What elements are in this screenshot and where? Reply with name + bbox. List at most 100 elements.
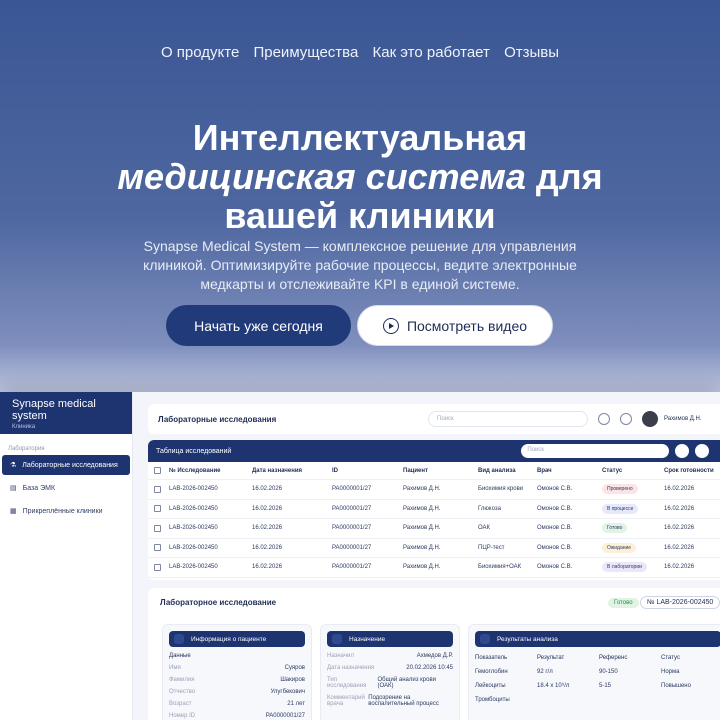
field-value: Общий анализ крови (ОАК) (377, 677, 436, 689)
start-today-button[interactable]: Начать уже сегодня (166, 305, 351, 346)
result-cell: Лейкоциты (475, 683, 506, 689)
table-cell: PA0000001/27 (332, 505, 372, 512)
app-screenshot: Synapse medical system Клиника Лаборатор… (0, 392, 720, 720)
result-cell (537, 697, 599, 703)
table-cell: Омонов С.В. (537, 564, 573, 571)
nav-advantages[interactable]: Преимущества (253, 44, 358, 61)
field-value: Улугбекович (270, 689, 306, 695)
table-cell: Глюкоза (478, 505, 501, 512)
nav-reviews[interactable]: Отзывы (504, 44, 559, 61)
table-cell: Омонов С.В. (537, 525, 573, 532)
table-row[interactable]: LAB-2026-002450 16.02.2026 PA0000001/27 Рах… (148, 539, 720, 558)
table-cell: Рахимов Д.Н. (403, 505, 441, 512)
table-header-row: № Исследование Дата назначения ID Пациен… (148, 462, 720, 480)
result-cell: 18.4 x 10⁹/л (537, 683, 570, 689)
table-cell: 16.02.2026 (664, 525, 695, 532)
table-row[interactable]: LAB-2026-002450 16.02.2026 PA0000001/27 Рах… (148, 500, 720, 519)
table-cell: В процессе (602, 503, 664, 514)
field-label: Фамилия (169, 677, 195, 683)
result-cell: Повышено (661, 683, 691, 689)
field-value: Суяров (284, 665, 305, 671)
table-cell: 16.02.2026 (252, 486, 283, 493)
field-label: Дата назначения (327, 665, 375, 671)
table-row[interactable]: LAB-2026-002450 16.02.2026 PA0000001/27 Рах… (148, 480, 720, 500)
table-cell: Рахимов Д.Н. (403, 486, 441, 493)
top-nav: О продукте Преимущества Как это работает… (0, 44, 720, 61)
sidebar-item-emr[interactable]: ▤ База ЭМК (2, 478, 130, 498)
table-cell: LAB-2026-002450 (169, 505, 218, 512)
hero-title: Интеллектуальная медицинская система для… (117, 117, 603, 236)
field-value: 21 лет (287, 701, 305, 707)
table-cell: Биохимия+ОАК (478, 564, 522, 571)
sidebar-item-clinics[interactable]: ▦ Прикреплённые клиники (2, 501, 130, 521)
row-checkbox[interactable] (154, 544, 161, 552)
status-badge: Проверено (602, 484, 638, 495)
status-badge: Ожидание (602, 542, 637, 553)
study-number: № LAB-2026-002450 (640, 596, 720, 609)
gear-icon[interactable] (620, 413, 632, 425)
page-title: Лабораторные исследования (158, 414, 277, 424)
field-row: Тип исследования Общий анализ крови (ОАК) (327, 677, 453, 689)
table-cell: 16.02.2026 (664, 544, 695, 551)
field-value: Ахмедов Д.Р. (416, 653, 453, 659)
table-cell: LAB-2026-002450 (169, 525, 218, 532)
field-row: Возраст 21 лет (169, 701, 305, 707)
field-value: Подозрение на воспалительный процесс (368, 695, 439, 707)
watch-video-button[interactable]: Посмотреть видео (357, 305, 553, 346)
studies-table: Таблица исследований Поиск № Исследовани… (148, 440, 720, 580)
status-badge: В процессе (602, 503, 639, 514)
result-row: Тромбоциты (475, 697, 720, 703)
row-checkbox[interactable] (154, 524, 161, 532)
row-checkbox[interactable] (154, 485, 161, 493)
field-row: Фамилия Шакиров (169, 677, 305, 683)
table-cell: 16.02.2026 (252, 505, 283, 512)
lab-detail: Лабораторное исследование Готово № LAB-2… (148, 588, 720, 720)
sidebar-item-lab[interactable]: ⚗ Лабораторные исследования (2, 455, 130, 475)
table-cell: 16.02.2026 (252, 544, 283, 551)
table-cell: PA0000001/27 (332, 564, 372, 571)
result-cell: Тромбоциты (475, 697, 510, 703)
nav-how-it-works[interactable]: Как это работает (373, 44, 490, 61)
bell-icon[interactable] (598, 413, 610, 425)
filter-icon[interactable] (675, 444, 690, 458)
row-checkbox[interactable] (154, 563, 161, 571)
field-value: Шакиров (280, 677, 305, 683)
table-cell: PA0000001/27 (332, 525, 372, 532)
result-cell: 92 г/л (537, 669, 553, 675)
flask-icon: ⚗ (10, 462, 17, 469)
table-cell: Омонов С.В. (537, 544, 573, 551)
result-cell: 5-15 (599, 683, 612, 689)
table-row[interactable]: LAB-2026-002450 16.02.2026 PA0000001/27 Рах… (148, 519, 720, 539)
status-badge: Готово (608, 598, 639, 608)
table-cell: 16.02.2026 (664, 564, 695, 571)
result-row: Лейкоциты 18.4 x 10⁹/л 5-15 Повышено (475, 683, 720, 689)
table-cell: PA0000001/27 (332, 486, 372, 493)
field-value: 20.02.2026 10:45 (406, 665, 453, 671)
hero-subtitle: Synapse Medical System — комплексное реш… (143, 238, 577, 292)
field-label: Комментарий врача (327, 695, 365, 707)
play-icon (382, 317, 399, 334)
table-cell: Биохимия крови (478, 486, 524, 493)
row-checkbox[interactable] (154, 505, 161, 513)
table-cell: LAB-2026-002450 (169, 486, 218, 493)
table-cell: Рахимов Д.Н. (403, 564, 441, 571)
result-cell: Гемоглобин (475, 669, 508, 675)
search-input[interactable]: Поиск (428, 411, 588, 427)
select-all-checkbox[interactable] (154, 467, 161, 474)
table-search-input[interactable]: Поиск (521, 444, 670, 458)
field-label: Возраст (169, 701, 192, 707)
result-cell: Норма (661, 669, 680, 675)
table-cell: ОАК (478, 525, 491, 532)
avatar[interactable] (642, 411, 658, 427)
table-cell: 16.02.2026 (252, 564, 283, 571)
table-row[interactable]: LAB-2026-002450 16.02.2026 PA0000001/27 Рах… (148, 558, 720, 578)
table-cell: LAB-2026-002450 (169, 564, 218, 571)
nav-about[interactable]: О продукте (161, 44, 239, 61)
field-label: Тип исследования (327, 677, 367, 689)
status-badge: Готово (602, 523, 628, 534)
field-label: Номер ID (169, 713, 196, 719)
add-icon[interactable] (695, 444, 710, 458)
field-row: Имя Суяров (169, 665, 305, 671)
sidebar-header: Synapse medical system Клиника (0, 392, 132, 434)
table-cell: PA0000001/27 (332, 544, 372, 551)
